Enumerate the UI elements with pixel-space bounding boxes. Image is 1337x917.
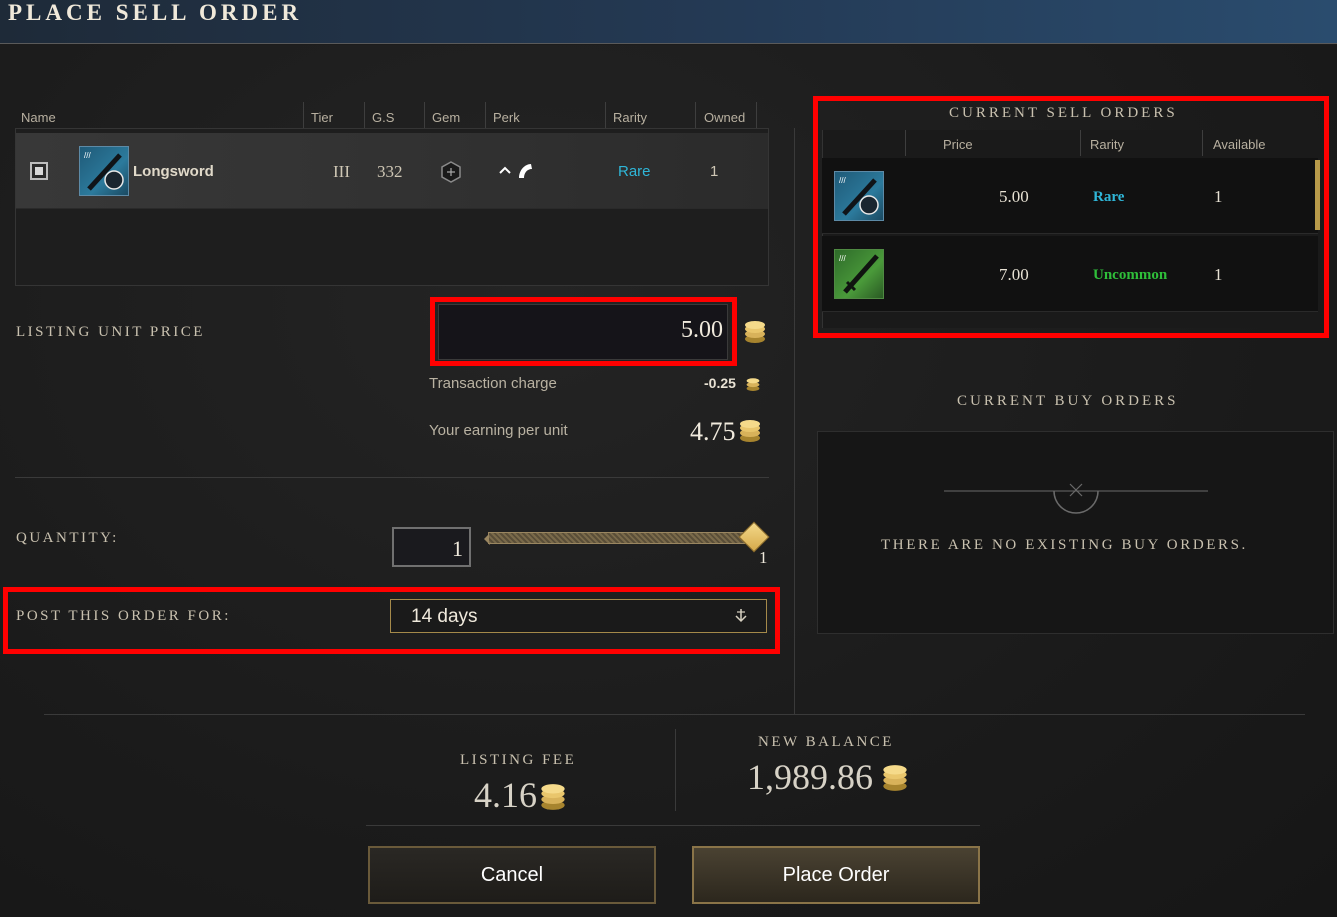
duration-selected-value: 14 days [411,606,478,627]
buy-orders-title: CURRENT BUY ORDERS [957,393,1179,409]
cancel-button[interactable]: Cancel [368,846,656,904]
gem-socket-icon [439,160,463,189]
quantity-label: QUANTITY: [16,530,119,546]
listing-fee-label: LISTING FEE [460,752,577,768]
table-row[interactable] [822,236,1318,312]
quantity-slider[interactable] [488,532,756,544]
post-duration-label: POST THIS ORDER FOR: [16,608,231,624]
coin-icon [744,320,765,343]
quantity-value: 1 [452,536,463,561]
sell-order-available: 1 [1214,265,1223,284]
item-rarity: Rare [618,163,651,180]
item-gear-score: 332 [377,162,403,181]
chevron-down-icon [734,608,748,629]
window-title: PLACE SELL ORDER [8,0,303,25]
earning-per-unit-label: Your earning per unit [429,422,568,439]
no-buy-orders-message: THERE ARE NO EXISTING BUY ORDERS. [881,537,1248,553]
listing-price-value: 5.00 [681,317,723,343]
sell-col-header-rarity[interactable]: Rarity [1090,137,1124,155]
svg-text:///: /// [839,254,846,263]
sell-order-available: 1 [1214,187,1223,206]
svg-text:///: /// [84,151,91,160]
table-row[interactable] [822,158,1318,234]
col-header-owned[interactable]: Owned [704,110,745,128]
column-separator [485,102,486,130]
item-name: Longsword [133,163,214,180]
column-separator [1202,130,1203,156]
slider-max-label: 1 [759,548,768,567]
col-header-tier[interactable]: Tier [311,110,333,128]
coin-icon [739,419,761,448]
svg-text:///: /// [839,176,846,185]
transaction-charge-value: -0.25 [704,375,736,391]
listing-price-input[interactable]: 5.00 [438,304,728,360]
col-header-gs[interactable]: G.S [372,110,394,128]
footer-vertical-divider [675,729,676,811]
place-order-button[interactable]: Place Order [692,846,980,904]
sell-order-price: 5.00 [999,187,1029,206]
window-header: PLACE SELL ORDER [0,0,1337,44]
empty-orders-emblem-icon [944,480,1208,521]
new-balance-value: 1,989.86 [747,757,873,797]
item-tier: III [333,162,350,181]
column-separator [905,130,906,156]
col-header-perk[interactable]: Perk [493,110,520,128]
column-separator [364,102,365,130]
column-separator [424,102,425,130]
sell-order-rarity: Rare [1093,189,1125,205]
earning-per-unit-value: 4.75 [690,417,736,446]
footer-divider [44,714,1305,715]
sell-orders-title: CURRENT SELL ORDERS [949,105,1178,121]
transaction-charge-label: Transaction charge [429,375,557,392]
sword-icon: /// [834,249,884,299]
column-separator [756,102,757,130]
sell-col-header-available[interactable]: Available [1213,137,1266,155]
footer-divider [366,825,980,826]
vertical-divider [794,128,795,714]
coin-icon [746,376,760,397]
duration-dropdown[interactable]: 14 days [390,599,767,633]
longsword-icon: /// [834,171,884,221]
new-balance-label: NEW BALANCE [758,734,894,750]
longsword-icon: /// [79,146,129,196]
sell-col-header-price[interactable]: Price [943,137,973,155]
col-header-gem[interactable]: Gem [432,110,460,128]
listing-fee-value: 4.16 [474,775,537,815]
coin-icon [882,764,908,797]
sell-order-price: 7.00 [999,265,1029,284]
column-separator [303,102,304,130]
col-header-rarity[interactable]: Rarity [613,110,647,128]
coin-icon [540,783,566,816]
item-owned: 1 [710,163,719,180]
scrollbar[interactable] [1315,160,1320,230]
item-checkbox[interactable] [30,162,48,180]
column-separator [605,102,606,130]
sell-order-rarity: Uncommon [1093,267,1168,283]
col-header-name[interactable]: Name [21,110,56,128]
perk-icon [497,160,537,187]
quantity-input[interactable]: 1 [392,527,471,567]
column-separator [695,102,696,130]
column-separator [1080,130,1081,156]
buy-orders-panel [817,431,1334,634]
listing-price-label: LISTING UNIT PRICE [16,324,205,340]
section-divider [15,477,769,478]
